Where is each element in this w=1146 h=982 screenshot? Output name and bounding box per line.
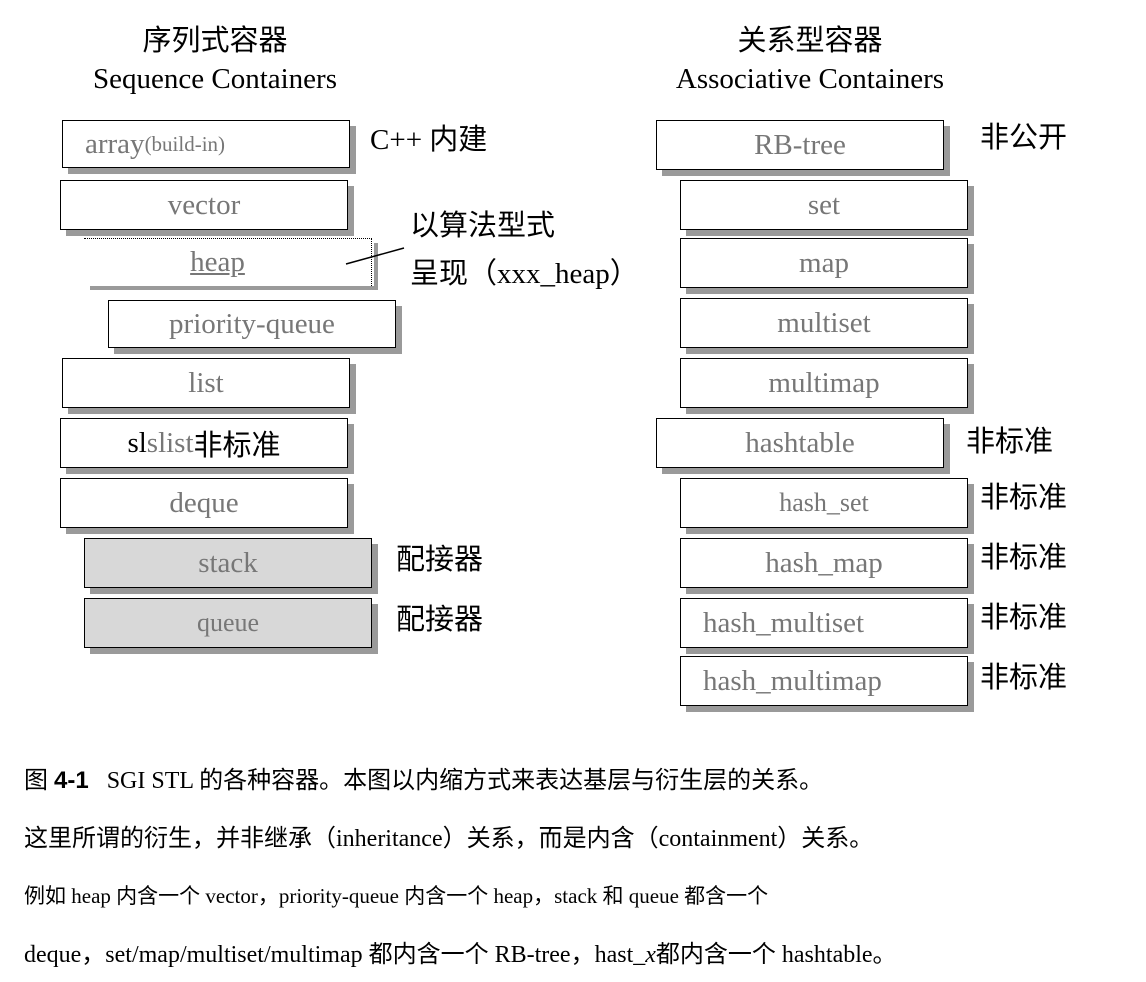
caption-text1: SGI STL 的各种容器。本图以内缩方式来表达基层与衍生层的关系。: [106, 768, 824, 794]
caption-line3: 例如 heap 内含一个 vector，priority-queue 内含一个 …: [24, 884, 769, 908]
figure-prefix: 图: [24, 768, 54, 794]
heap-pointer: [345, 247, 405, 265]
figure-number: 4-1: [54, 767, 89, 794]
caption-line4: deque，set/map/multiset/multimap 都内含一个 RB…: [24, 934, 897, 969]
caption-line2: 这里所谓的衍生，并非继承（inheritance）关系，而是内含（contain…: [24, 826, 874, 852]
caption-text4x: x: [645, 942, 656, 968]
caption-text4a: deque，set/map/multiset/multimap 都内含一个 RB…: [24, 942, 646, 968]
caption-line1: 图 4-1 SGI STL 的各种容器。本图以内缩方式来表达基层与衍生层的关系。: [24, 760, 823, 795]
caption-text4b: 都内含一个 hashtable。: [655, 942, 897, 968]
